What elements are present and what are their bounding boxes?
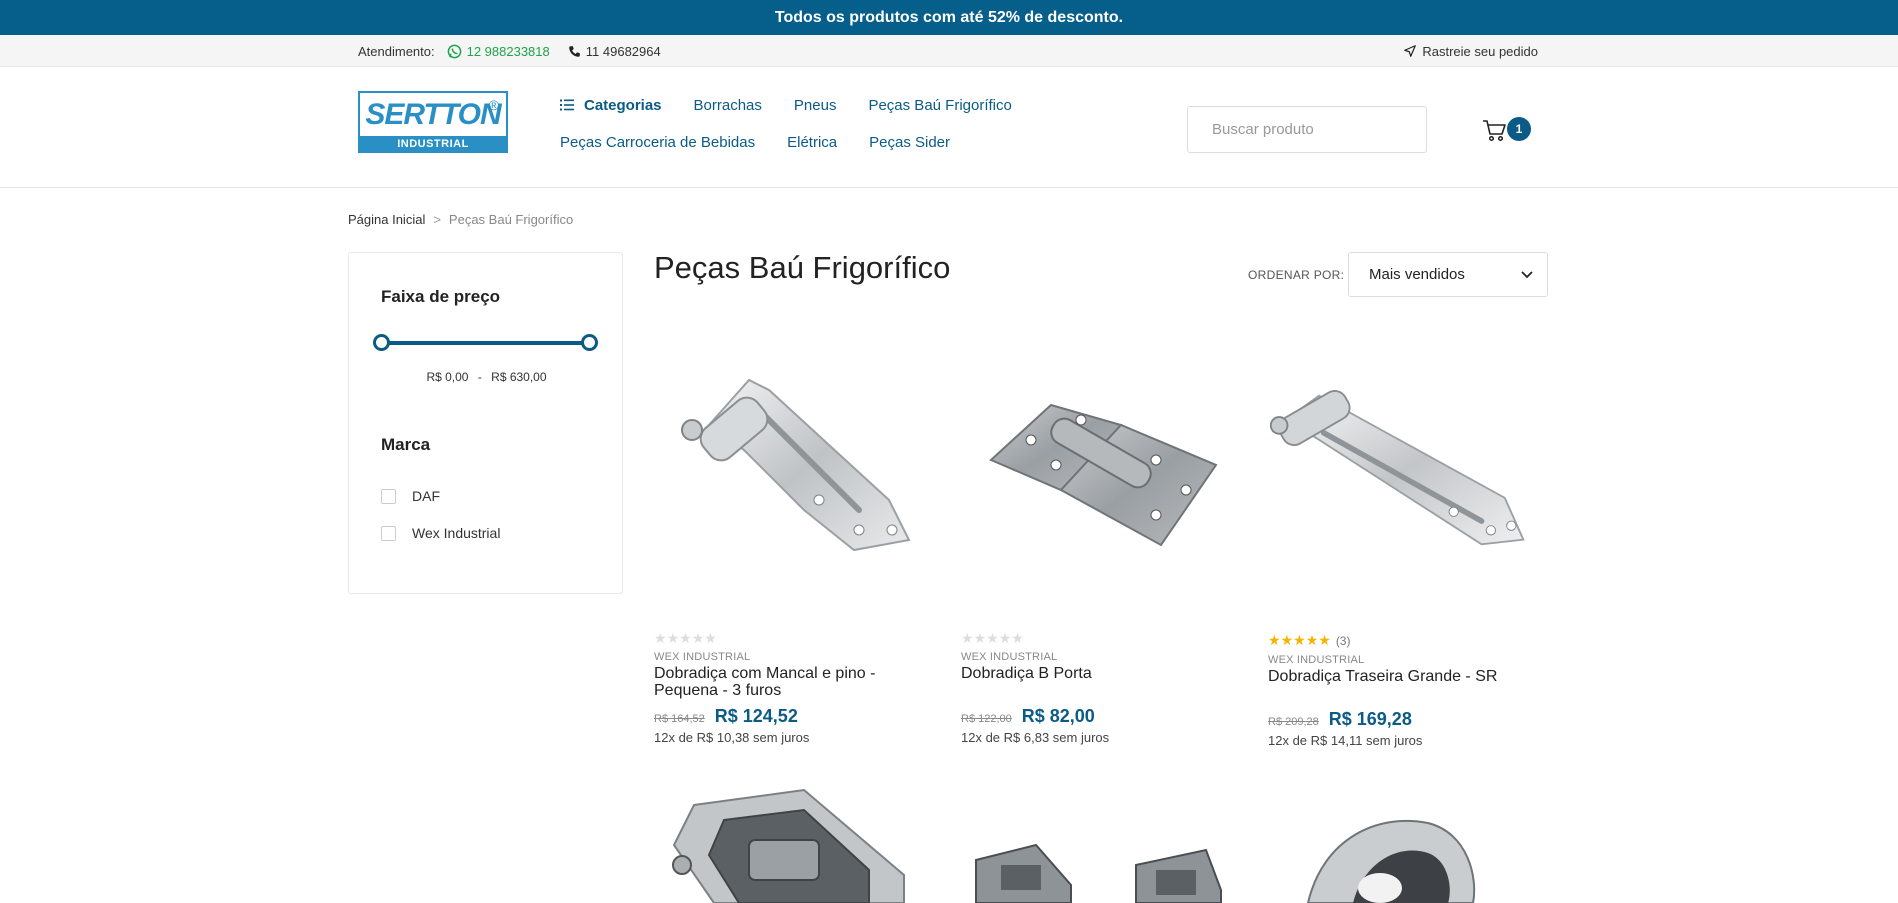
list-icon — [560, 99, 574, 111]
product-image[interactable] — [961, 340, 1221, 600]
product-image[interactable] — [961, 840, 1231, 903]
whatsapp-icon — [447, 44, 461, 58]
breadcrumb-home[interactable]: Página Inicial — [348, 212, 425, 227]
product-old-price: R$ 209,28 — [1268, 716, 1319, 728]
rating-stars: ★ ★ ★ ★ ★ — [961, 630, 1024, 646]
cart-count-badge: 1 — [1507, 117, 1531, 141]
rating-stars: ★ ★ ★ ★ ★ (3) — [1268, 632, 1351, 648]
brand-checkbox[interactable] — [381, 488, 396, 504]
review-count: (3) — [1335, 633, 1351, 648]
phone-icon — [568, 45, 580, 57]
price-range: R$ 0,00 - R$ 630,00 — [349, 370, 624, 384]
track-order-label: Rastreie seu pedido — [1422, 43, 1538, 59]
breadcrumb-current: Peças Baú Frigorífico — [448, 212, 574, 227]
nav-item-pecas-sider[interactable]: Peças Sider — [869, 134, 950, 151]
site-logo[interactable]: SERTTON ® INDUSTRIAL — [358, 91, 508, 153]
product-installments: 12x de R$ 10,38 sem juros — [654, 730, 810, 745]
product-name[interactable]: Dobradiça com Mancal e pino - Pequena - … — [654, 665, 914, 699]
phone-link[interactable]: 11 49682964 — [568, 44, 661, 59]
product-image[interactable] — [654, 785, 914, 903]
nav-item-pneus[interactable]: Pneus — [794, 97, 837, 114]
chevron-down-icon — [1521, 270, 1533, 278]
product-price: R$ 82,00 — [1021, 706, 1095, 726]
product-old-price: R$ 122,00 — [961, 713, 1012, 725]
product-prices: R$ 209,28 R$ 169,28 — [1268, 709, 1412, 730]
track-order-link[interactable]: Rastreie seu pedido — [1404, 35, 1538, 67]
product-image[interactable] — [1268, 808, 1498, 903]
contact-label: Atendimento: — [358, 43, 435, 59]
nav-item-borrachas[interactable]: Borrachas — [694, 97, 762, 114]
breadcrumb: Página Inicial > Peças Baú Frigorífico — [348, 212, 573, 227]
nav-categories[interactable]: Categorias — [560, 97, 662, 114]
brand-option-daf[interactable]: DAF — [381, 488, 440, 504]
phone-number: 11 49682964 — [585, 43, 661, 59]
product-old-price: R$ 164,52 — [654, 713, 705, 725]
product-image[interactable] — [1268, 340, 1528, 600]
brand-option-wex-industrial[interactable]: Wex Industrial — [381, 525, 500, 541]
site-header: SERTTON ® INDUSTRIAL Categorias Borracha… — [0, 67, 1898, 188]
search-box — [1187, 106, 1427, 153]
logo-registered: ® — [488, 97, 499, 113]
search-input[interactable] — [1212, 121, 1411, 138]
page-title: Peças Baú Frigorífico — [654, 250, 951, 285]
sort-select[interactable]: Mais vendidos — [1348, 252, 1548, 297]
rating-stars: ★ ★ ★ ★ ★ — [654, 630, 717, 646]
product-name[interactable]: Dobradiça B Porta — [961, 665, 1221, 682]
product-price: R$ 169,28 — [1328, 709, 1412, 729]
price-max: R$ 630,00 — [491, 370, 547, 384]
product-name[interactable]: Dobradiça Traseira Grande - SR — [1268, 668, 1528, 685]
product-prices: R$ 122,00 R$ 82,00 — [961, 706, 1095, 727]
product-image[interactable] — [654, 340, 914, 600]
sort-value: Mais vendidos — [1369, 266, 1465, 283]
contact-info: Atendimento: 12 988233818 11 49682964 — [358, 35, 661, 67]
product-brand: WEX INDUSTRIAL — [961, 651, 1058, 663]
main-nav: Categorias Borrachas Pneus Peças Baú Fri… — [560, 93, 1030, 167]
logo-sub: INDUSTRIAL — [360, 136, 506, 151]
product-brand: WEX INDUSTRIAL — [654, 651, 751, 663]
whatsapp-number: 12 988233818 — [466, 43, 550, 59]
brand-filter-title: Marca — [381, 435, 431, 454]
brand-label: DAF — [412, 488, 440, 504]
breadcrumb-separator: > — [433, 212, 441, 227]
price-min: R$ 0,00 — [426, 370, 469, 384]
product-installments: 12x de R$ 6,83 sem juros — [961, 730, 1110, 745]
product-brand: WEX INDUSTRIAL — [1268, 654, 1365, 666]
cart-icon — [1483, 120, 1506, 142]
whatsapp-link[interactable]: 12 988233818 — [447, 44, 550, 59]
price-filter-title: Faixa de preço — [381, 287, 501, 306]
price-slider-min-handle[interactable] — [373, 334, 390, 351]
brand-label: Wex Industrial — [412, 525, 501, 541]
contact-bar: Atendimento: 12 988233818 11 49682964 Ra… — [0, 35, 1898, 67]
brand-checkbox[interactable] — [381, 525, 396, 541]
product-price: R$ 124,52 — [714, 706, 798, 726]
filter-sidebar: Faixa de preço R$ 0,00 - R$ 630,00 Marca… — [348, 252, 623, 594]
send-arrow-icon — [1404, 45, 1417, 57]
cart-button[interactable]: 1 — [1482, 113, 1532, 143]
nav-item-pecas-bau-frigorifico[interactable]: Peças Baú Frigorífico — [868, 97, 1011, 114]
nav-categories-label: Categorias — [584, 96, 662, 114]
promo-bar: Todos os produtos com até 52% de descont… — [0, 0, 1898, 35]
price-separator: - — [477, 370, 482, 384]
product-prices: R$ 164,52 R$ 124,52 — [654, 706, 798, 727]
sort-label: ORDENAR POR: — [1248, 268, 1345, 282]
product-installments: 12x de R$ 14,11 sem juros — [1268, 733, 1423, 748]
price-slider-max-handle[interactable] — [581, 334, 598, 351]
price-slider-track[interactable] — [381, 341, 591, 345]
promo-text: Todos os produtos com até 52% de descont… — [774, 8, 1124, 26]
nav-item-eletrica[interactable]: Elétrica — [787, 134, 837, 151]
nav-item-pecas-carroceria-bebidas[interactable]: Peças Carroceria de Bebidas — [560, 134, 755, 151]
logo-name: SERTTON — [365, 97, 501, 131]
